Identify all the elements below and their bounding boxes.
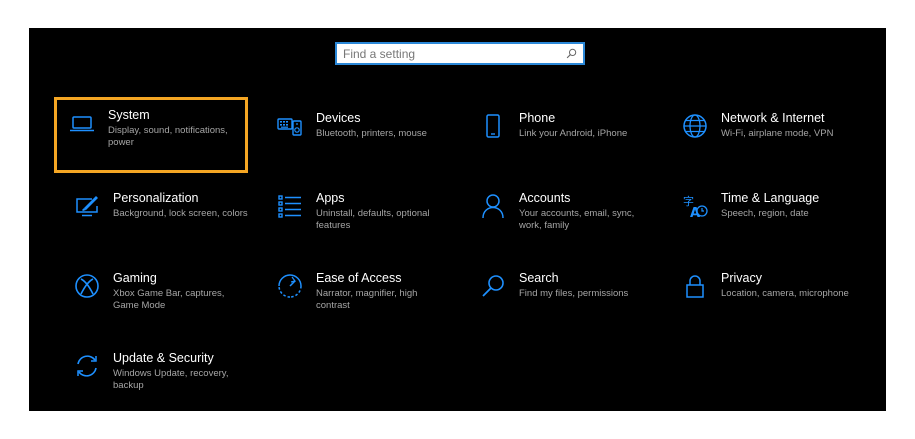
tile-search[interactable]: Search Find my files, permissions <box>465 260 659 336</box>
tile-description: Narrator, magnifier, high contrast <box>316 288 418 311</box>
magnifier-icon <box>479 272 507 300</box>
sync-arrows-icon <box>73 352 101 380</box>
tile-update-security[interactable]: Update & Security Windows Update, recove… <box>59 340 253 416</box>
tile-description: Bluetooth, printers, mouse <box>316 128 427 139</box>
search-icon[interactable] <box>565 48 577 60</box>
apps-list-icon <box>276 192 304 220</box>
tile-privacy[interactable]: Privacy Location, camera, microphone <box>667 260 861 336</box>
time-language-icon: 字A <box>681 192 709 220</box>
tile-description: Find my files, permissions <box>519 288 629 299</box>
search-box[interactable] <box>335 42 585 65</box>
tile-gaming[interactable]: Gaming Xbox Game Bar, captures, Game Mod… <box>59 260 253 336</box>
lock-icon <box>681 272 709 300</box>
tile-personalization[interactable]: Personalization Background, lock screen,… <box>59 180 253 256</box>
tile-title: System <box>108 108 150 122</box>
tile-ease-of-access[interactable]: Ease of Access Narrator, magnifier, high… <box>262 260 456 336</box>
paint-monitor-icon <box>73 192 101 220</box>
tile-description: Link your Android, iPhone <box>519 128 628 139</box>
tile-accounts[interactable]: Accounts Your accounts, email, sync, wor… <box>465 180 659 256</box>
tile-network-internet[interactable]: Network & Internet Wi-Fi, airplane mode,… <box>667 100 861 176</box>
tile-description: Display, sound, notifications, power <box>108 125 228 148</box>
tile-title: Network & Internet <box>721 111 825 125</box>
tile-description: Background, lock screen, colors <box>113 208 248 219</box>
phone-icon <box>479 112 507 140</box>
keyboard-speaker-icon <box>276 112 304 140</box>
tile-title: Accounts <box>519 191 571 205</box>
tile-title: Gaming <box>113 271 157 285</box>
tile-description: Speech, region, date <box>721 208 809 219</box>
tile-devices[interactable]: Devices Bluetooth, printers, mouse <box>262 100 456 176</box>
tile-description: Your accounts, email, sync, work, family <box>519 208 635 231</box>
tile-time-language[interactable]: 字A Time & Language Speech, region, date <box>667 180 861 256</box>
tile-description: Location, camera, microphone <box>721 288 849 299</box>
tile-title: Privacy <box>721 271 762 285</box>
ease-of-access-icon <box>276 272 304 300</box>
tile-phone[interactable]: Phone Link your Android, iPhone <box>465 100 659 176</box>
tile-title: Devices <box>316 111 361 125</box>
laptop-icon <box>68 109 96 137</box>
tile-description: Uninstall, defaults, optional features <box>316 208 430 231</box>
tile-title: Update & Security <box>113 351 214 365</box>
tile-title: Personalization <box>113 191 199 205</box>
tile-system[interactable]: System Display, sound, notifications, po… <box>54 97 248 173</box>
tile-title: Ease of Access <box>316 271 402 285</box>
person-icon <box>479 192 507 220</box>
search-input[interactable] <box>343 44 565 63</box>
tile-title: Phone <box>519 111 556 125</box>
tile-apps[interactable]: Apps Uninstall, defaults, optional featu… <box>262 180 456 256</box>
globe-icon <box>681 112 709 140</box>
tile-title: Time & Language <box>721 191 820 205</box>
xbox-icon <box>73 272 101 300</box>
tile-description: Windows Update, recovery, backup <box>113 368 229 391</box>
tile-description: Xbox Game Bar, captures, Game Mode <box>113 288 225 311</box>
settings-window: System Display, sound, notifications, po… <box>29 28 886 411</box>
tile-title: Apps <box>316 191 345 205</box>
tile-description: Wi-Fi, airplane mode, VPN <box>721 128 834 139</box>
tile-title: Search <box>519 271 559 285</box>
